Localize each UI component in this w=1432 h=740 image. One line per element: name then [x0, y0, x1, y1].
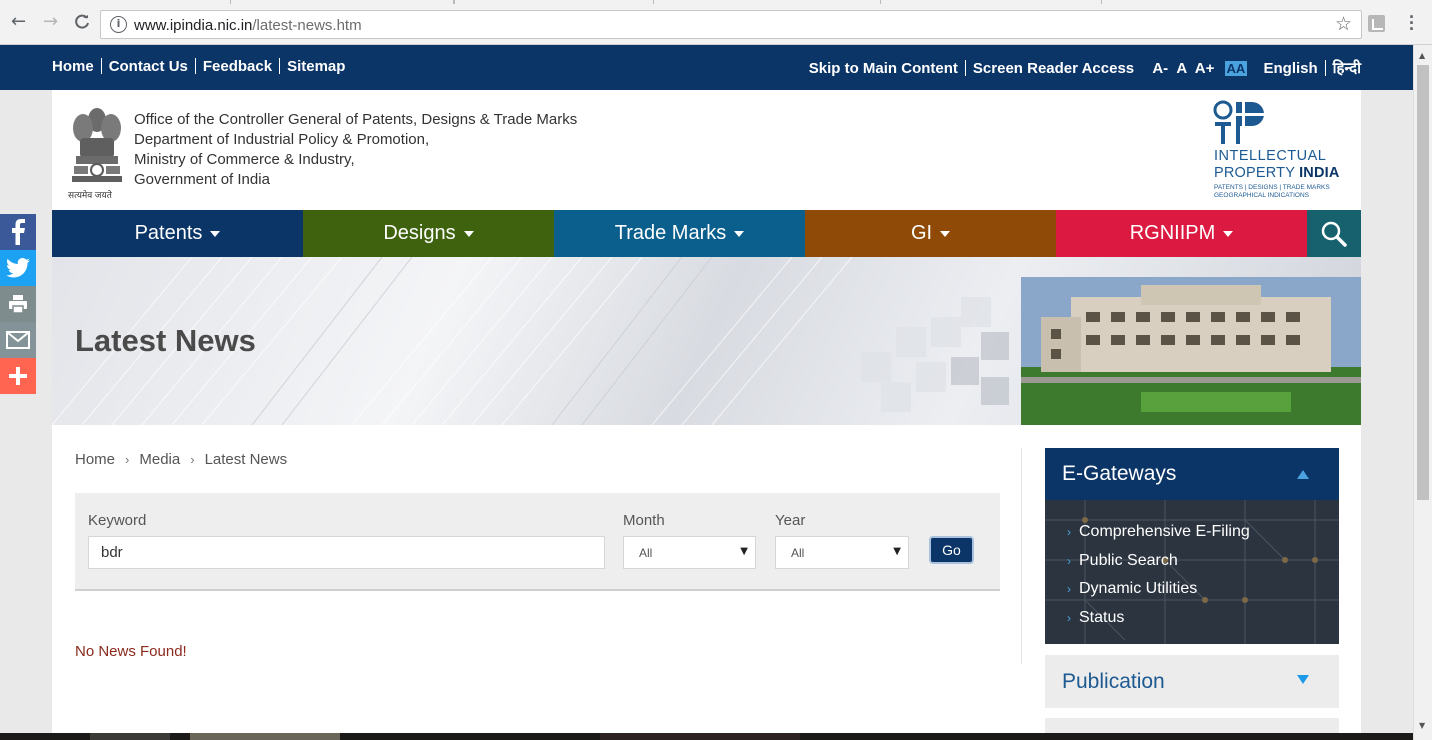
page-banner: Latest News	[52, 257, 1361, 425]
skip-to-main-link[interactable]: Skip to Main Content	[809, 60, 958, 77]
chevron-right-icon: ›	[125, 452, 130, 467]
search-icon[interactable]	[1307, 210, 1361, 257]
email-icon[interactable]	[0, 322, 36, 358]
top-link-feedback[interactable]: Feedback	[203, 58, 272, 75]
scroll-up-icon[interactable]: ▲	[1419, 51, 1425, 60]
dropdown-arrow-icon: ▼	[740, 546, 748, 557]
go-button[interactable]: Go	[929, 536, 974, 564]
collapse-arrow-icon[interactable]	[1297, 470, 1309, 479]
address-bar[interactable]: i www.ipindia.nic.in/latest-news.htm ☆	[100, 10, 1362, 39]
egateways-list: › Comprehensive E-Filing › Public Search ›…	[1067, 518, 1250, 632]
no-results-message: No News Found!	[75, 643, 187, 660]
tab-strip	[0, 0, 1432, 4]
caret-down-icon	[940, 230, 951, 237]
keyword-input[interactable]	[88, 536, 605, 569]
nav-designs[interactable]: Designs	[303, 210, 554, 257]
browser-tab[interactable]	[230, 0, 454, 4]
ip-india-logo[interactable]: INTELLECTUAL PROPERTY INDIA PATENTS | DE…	[1212, 100, 1352, 208]
font-normal-button[interactable]: A	[1176, 60, 1186, 77]
top-link-sitemap[interactable]: Sitemap	[287, 58, 345, 75]
bookmark-star-icon[interactable]: ☆	[1335, 13, 1352, 35]
egateways-header[interactable]: E-Gateways	[1045, 448, 1339, 500]
news-search-form: Keyword Month All▼ Year All▼ Go	[75, 493, 1000, 591]
page-container: सत्यमेव जयते Office of the Controller Ge…	[52, 90, 1361, 740]
browser-chrome: ← → i www.ipindia.nic.in/latest-news.htm…	[0, 0, 1432, 45]
chevron-right-icon: ›	[1067, 610, 1071, 625]
breadcrumb-current: Latest News	[204, 451, 288, 468]
expand-arrow-icon[interactable]	[1297, 675, 1309, 684]
year-select[interactable]: All ▼	[775, 536, 909, 569]
egateway-link-public-search[interactable]: › Public Search	[1067, 547, 1250, 576]
url-text[interactable]: www.ipindia.nic.in/latest-news.htm	[134, 17, 362, 34]
breadcrumb-media[interactable]: Media	[139, 451, 180, 468]
screen-reader-link[interactable]: Screen Reader Access	[973, 60, 1134, 77]
more-plus-icon[interactable]	[0, 358, 36, 394]
dropdown-arrow-icon: ▼	[893, 546, 901, 557]
scroll-down-icon[interactable]: ▼	[1419, 721, 1425, 730]
emblem-caption: सत्यमेव जयते	[68, 190, 112, 200]
top-link-home[interactable]: Home	[52, 58, 94, 75]
caret-down-icon	[210, 230, 221, 237]
browser-menu-icon[interactable]: · · ·	[1408, 8, 1416, 38]
main-navigation: Patents Designs Trade Marks GI RGNIIPM	[52, 210, 1361, 257]
chevron-right-icon: ›	[1067, 582, 1071, 596]
national-emblem: सत्यमेव जयते	[68, 100, 126, 204]
scrollbar-thumb[interactable]	[1417, 65, 1429, 500]
breadcrumb-home[interactable]: Home	[75, 451, 115, 468]
office-building-image	[861, 277, 1361, 425]
caret-down-icon	[734, 230, 745, 237]
caret-down-icon	[1223, 230, 1234, 237]
facebook-icon[interactable]	[0, 214, 36, 250]
nav-gi[interactable]: GI	[805, 210, 1056, 257]
egateway-link-status[interactable]: › Status	[1067, 604, 1250, 633]
year-label: Year	[775, 512, 806, 529]
language-hindi-link[interactable]: हिन्दी	[1333, 60, 1361, 77]
chevron-right-icon: ›	[190, 452, 195, 467]
reload-icon[interactable]	[74, 13, 90, 34]
font-increase-button[interactable]: A+	[1195, 60, 1215, 77]
top-link-contact[interactable]: Contact Us	[109, 58, 188, 75]
keyword-label: Keyword	[88, 512, 147, 529]
site-info-icon[interactable]: i	[110, 16, 127, 33]
nav-trade-marks[interactable]: Trade Marks	[554, 210, 805, 257]
egateway-link-dynamic-utilities[interactable]: › Dynamic Utilities	[1067, 575, 1250, 604]
extension-icon[interactable]	[1368, 15, 1385, 32]
font-decrease-button[interactable]: A-	[1152, 60, 1168, 77]
nav-rgniipm[interactable]: RGNIIPM	[1056, 210, 1307, 257]
print-icon[interactable]	[0, 286, 36, 322]
chevron-right-icon: ›	[1067, 553, 1071, 568]
back-icon[interactable]: ←	[11, 13, 26, 31]
egateways-panel: E-Gateways › Comprehensive E-Filing › Publ…	[1045, 448, 1339, 644]
nav-patents[interactable]: Patents	[52, 210, 303, 257]
browser-tab[interactable]	[880, 0, 1102, 4]
footer-edge	[0, 733, 1413, 740]
office-title: Office of the Controller General of Pate…	[134, 111, 578, 188]
browser-tab[interactable]	[454, 0, 654, 4]
twitter-icon[interactable]	[0, 250, 36, 286]
language-english-link[interactable]: English	[1263, 60, 1317, 77]
caret-down-icon	[463, 230, 474, 237]
breadcrumb: Home › Media › Latest News	[75, 451, 287, 468]
egateway-link-efiling[interactable]: › Comprehensive E-Filing	[1067, 518, 1250, 547]
top-utility-bar: Home Contact Us Feedback Sitemap Skip to Ma…	[0, 45, 1413, 90]
contrast-toggle-button[interactable]: AA	[1224, 61, 1248, 76]
chevron-right-icon: ›	[1067, 525, 1071, 539]
page-title: Latest News	[75, 323, 256, 358]
month-label: Month	[623, 512, 665, 529]
publication-panel-header[interactable]: Publication	[1045, 655, 1339, 708]
month-select[interactable]: All ▼	[623, 536, 756, 569]
forward-icon[interactable]: →	[43, 13, 58, 31]
column-divider	[1021, 448, 1022, 664]
page-scrollbar[interactable]: ▲ ▼	[1413, 45, 1432, 740]
